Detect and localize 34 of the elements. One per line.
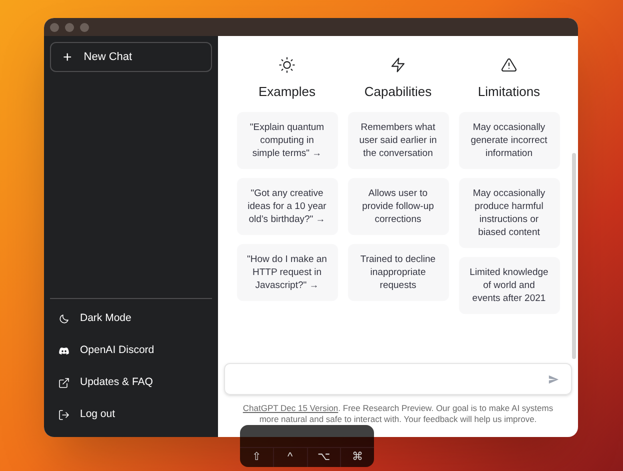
scrollbar[interactable]	[572, 153, 576, 359]
disclaimer-text: ChatGPT Dec 15 Version. Free Research Preview. Our goal is to make AI systems more natural and safe to interact with. Your feedback will help us improve.	[242, 402, 554, 426]
example-prompt-button[interactable]: "Explain quantum computing in simple terms" →	[236, 112, 338, 168]
sidebar-item[interactable]: Log out	[50, 399, 212, 431]
new-chat-button[interactable]: + New Chat	[50, 42, 212, 72]
modifier-key: ⌥	[306, 448, 340, 467]
info-card: Allows user to provide follow-up corrections	[348, 178, 448, 234]
example-prompt-button[interactable]: "How do I make an HTTP request in Javascript?" →	[236, 244, 338, 300]
sidebar-item[interactable]: Updates & FAQ	[50, 367, 212, 399]
info-card: May occasionally produce harmful instructions or biased content	[458, 178, 560, 248]
info-card: Remembers what user said earlier in the conversation	[348, 112, 448, 168]
logout-icon	[58, 409, 70, 421]
modifier-key: ^	[272, 448, 306, 467]
info-card: Trained to decline inappropriate requests	[348, 244, 448, 300]
discord-icon	[58, 345, 70, 357]
external-link-icon	[58, 377, 70, 389]
warning-icon	[501, 57, 517, 73]
column-heading: Examples	[258, 83, 316, 101]
sun-icon	[279, 57, 295, 73]
lightning-icon	[390, 57, 406, 73]
send-icon[interactable]	[548, 374, 559, 384]
info-card: May occasionally generate incorrect information	[458, 112, 560, 168]
modifier-key: ⌘	[340, 448, 374, 467]
message-input[interactable]	[224, 363, 572, 395]
modifier-key: ⇧	[240, 448, 273, 467]
plus-icon: +	[63, 50, 72, 64]
column-heading: Capabilities	[364, 83, 432, 101]
sidebar-item[interactable]: OpenAI Discord	[50, 335, 212, 367]
sidebar-item[interactable]: Dark Mode	[50, 303, 212, 335]
info-card: Limited knowledge of world and events after 2021	[458, 256, 560, 314]
version-link[interactable]: ChatGPT Dec 15 Version	[242, 403, 338, 413]
moon-icon	[58, 313, 70, 325]
example-prompt-button[interactable]: "Got any creative ideas for a 10 year old’s birthday?" →	[236, 178, 338, 234]
column-heading: Limitations	[478, 83, 540, 101]
